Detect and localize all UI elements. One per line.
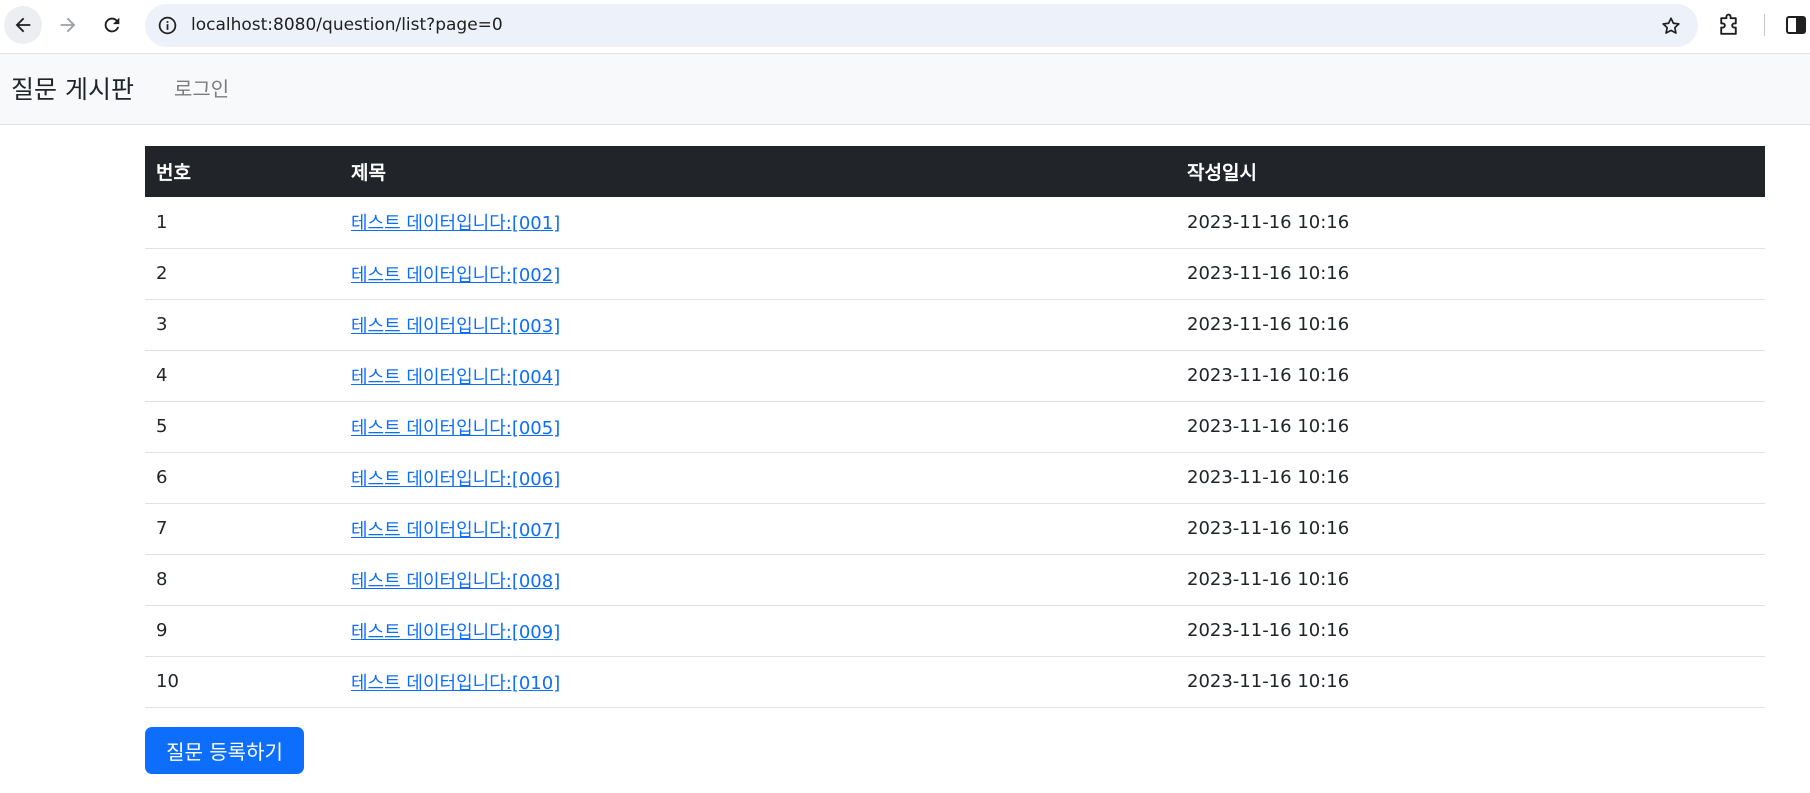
row-number: 9 — [145, 605, 340, 657]
toolbar-divider — [1764, 14, 1765, 36]
row-subject-cell: 테스트 데이터입니다:[001] — [340, 197, 1176, 249]
row-subject-cell: 테스트 데이터입니다:[005] — [340, 401, 1176, 453]
row-number: 8 — [145, 554, 340, 606]
info-icon[interactable] — [157, 15, 178, 36]
row-number: 6 — [145, 452, 340, 504]
row-date: 2023-11-16 10:16 — [1176, 452, 1765, 504]
arrow-left-icon — [15, 17, 31, 33]
url-text[interactable]: localhost:8080/question/list?page=0 — [191, 4, 503, 47]
header-created-date: 작성일시 — [1187, 162, 1257, 184]
row-subject-cell: 테스트 데이터입니다:[002] — [340, 248, 1176, 300]
row-date: 2023-11-16 10:16 — [1176, 605, 1765, 657]
question-link[interactable]: 테스트 데이터입니다:[005] — [351, 418, 560, 439]
row-date: 2023-11-16 10:16 — [1176, 401, 1765, 453]
row-number: 7 — [145, 503, 340, 555]
row-number: 5 — [145, 401, 340, 453]
address-bar[interactable]: localhost:8080/question/list?page=0 — [145, 4, 1698, 47]
table-row: 6 테스트 데이터입니다:[006] 2023-11-16 10:16 — [145, 452, 1765, 504]
star-icon[interactable] — [1660, 15, 1682, 37]
row-subject-cell: 테스트 데이터입니다:[008] — [340, 554, 1176, 606]
register-question-button[interactable]: 질문 등록하기 — [145, 727, 304, 774]
row-subject-cell: 테스트 데이터입니다:[004] — [340, 350, 1176, 402]
row-subject-cell: 테스트 데이터입니다:[007] — [340, 503, 1176, 555]
site-navbar: 질문 게시판 로그인 — [0, 54, 1810, 125]
row-number: 10 — [145, 656, 340, 708]
row-subject-cell: 테스트 데이터입니다:[009] — [340, 605, 1176, 657]
table-row: 5 테스트 데이터입니다:[005] 2023-11-16 10:16 — [145, 401, 1765, 453]
question-link[interactable]: 테스트 데이터입니다:[001] — [351, 213, 560, 234]
table-row: 10 테스트 데이터입니다:[010] 2023-11-16 10:16 — [145, 656, 1765, 708]
arrow-right-icon — [60, 17, 76, 33]
back-button[interactable] — [4, 6, 42, 44]
question-link[interactable]: 테스트 데이터입니다:[003] — [351, 316, 560, 337]
table-row: 2 테스트 데이터입니다:[002] 2023-11-16 10:16 — [145, 248, 1765, 300]
question-table: 번호 제목 작성일시 1 테스트 데이터입니다:[001] 2023-11-16… — [145, 146, 1765, 708]
header-subject: 제목 — [351, 162, 386, 184]
row-subject-cell: 테스트 데이터입니다:[006] — [340, 452, 1176, 504]
question-link[interactable]: 테스트 데이터입니다:[008] — [351, 571, 560, 592]
reload-icon — [104, 17, 120, 33]
table-row: 8 테스트 데이터입니다:[008] 2023-11-16 10:16 — [145, 554, 1765, 606]
puzzle-icon[interactable] — [1716, 13, 1741, 38]
row-number: 1 — [145, 197, 340, 249]
table-row: 9 테스트 데이터입니다:[009] 2023-11-16 10:16 — [145, 605, 1765, 657]
table-row: 1 테스트 데이터입니다:[001] 2023-11-16 10:16 — [145, 197, 1765, 249]
row-number: 3 — [145, 299, 340, 351]
forward-button[interactable] — [49, 6, 87, 44]
row-date: 2023-11-16 10:16 — [1176, 656, 1765, 708]
header-number: 번호 — [156, 162, 191, 184]
question-link[interactable]: 테스트 데이터입니다:[007] — [351, 520, 560, 541]
row-subject-cell: 테스트 데이터입니다:[010] — [340, 656, 1176, 708]
row-number: 2 — [145, 248, 340, 300]
table-row: 4 테스트 데이터입니다:[004] 2023-11-16 10:16 — [145, 350, 1765, 402]
row-subject-cell: 테스트 데이터입니다:[003] — [340, 299, 1176, 351]
login-link[interactable]: 로그인 — [174, 54, 229, 125]
question-link[interactable]: 테스트 데이터입니다:[002] — [351, 265, 560, 286]
question-link[interactable]: 테스트 데이터입니다:[006] — [351, 469, 560, 490]
row-number: 4 — [145, 350, 340, 402]
row-date: 2023-11-16 10:16 — [1176, 350, 1765, 402]
question-link[interactable]: 테스트 데이터입니다:[004] — [351, 367, 560, 388]
row-date: 2023-11-16 10:16 — [1176, 197, 1765, 249]
table-row: 7 테스트 데이터입니다:[007] 2023-11-16 10:16 — [145, 503, 1765, 555]
reload-button[interactable] — [93, 6, 131, 44]
question-link[interactable]: 테스트 데이터입니다:[009] — [351, 622, 560, 643]
table-header-row: 번호 제목 작성일시 — [145, 146, 1765, 197]
side-panel-icon[interactable] — [1784, 13, 1808, 37]
table-row: 3 테스트 데이터입니다:[003] 2023-11-16 10:16 — [145, 299, 1765, 351]
row-date: 2023-11-16 10:16 — [1176, 554, 1765, 606]
navbar-brand[interactable]: 질문 게시판 — [11, 54, 134, 125]
row-date: 2023-11-16 10:16 — [1176, 503, 1765, 555]
browser-toolbar: localhost:8080/question/list?page=0 — [0, 0, 1810, 54]
row-date: 2023-11-16 10:16 — [1176, 248, 1765, 300]
question-link[interactable]: 테스트 데이터입니다:[010] — [351, 673, 560, 694]
row-date: 2023-11-16 10:16 — [1176, 299, 1765, 351]
